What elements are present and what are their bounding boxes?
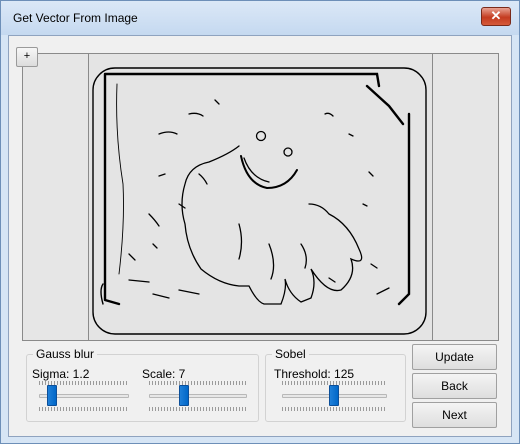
back-button[interactable]: Back	[412, 373, 497, 399]
sigma-slider[interactable]	[39, 381, 129, 411]
scale-track	[149, 394, 247, 398]
edge-speck	[128, 99, 390, 299]
sobel-title: Sobel	[272, 347, 309, 361]
close-icon: ✕	[490, 8, 502, 23]
sigma-ticks-bottom	[39, 407, 129, 411]
threshold-slider[interactable]	[282, 381, 387, 411]
next-button[interactable]: Next	[412, 402, 497, 428]
plus-icon: +	[23, 50, 31, 62]
edge-left-curve	[116, 83, 124, 275]
scale-ticks-bottom	[149, 407, 247, 411]
sigma-thumb[interactable]	[47, 385, 57, 406]
add-button[interactable]: +	[16, 47, 38, 67]
scale-thumb[interactable]	[179, 385, 189, 406]
edge-blob-inner	[238, 223, 307, 280]
window-title: Get Vector From Image	[13, 11, 138, 25]
edge-image	[88, 54, 433, 340]
image-panel	[22, 53, 499, 341]
gauss-blur-group: Gauss blur Sigma: 1.2 Scale: 7	[26, 347, 259, 422]
sobel-group: Sobel Threshold: 125	[265, 347, 406, 422]
threshold-label: Threshold: 125	[274, 367, 355, 381]
threshold-ticks-bottom	[282, 407, 387, 411]
gauss-blur-title: Gauss blur	[33, 347, 98, 361]
edge-inner-frame	[103, 72, 411, 306]
edge-drawing	[92, 67, 427, 335]
close-button[interactable]: ✕	[481, 7, 511, 26]
scale-ticks-top	[149, 381, 247, 385]
edge-smile-inner	[243, 157, 270, 183]
edge-eye-left	[255, 130, 267, 142]
scale-label: Scale: 7	[142, 367, 186, 381]
scale-slider[interactable]	[149, 381, 247, 411]
threshold-thumb[interactable]	[329, 385, 339, 406]
update-button[interactable]: Update	[412, 344, 497, 370]
app-window: Get Vector From Image ✕ + Gauss blur Sig…	[0, 0, 520, 444]
client-area: + Gauss blur Sigma: 1.2 Scale: 7 Sobel T…	[8, 35, 512, 437]
edge-blob	[181, 145, 363, 305]
sigma-label: Sigma: 1.2	[32, 367, 90, 381]
edge-outer-frame	[92, 67, 427, 335]
edge-eye-right	[283, 147, 293, 157]
edge-bottom-line	[100, 283, 104, 305]
title-bar[interactable]: Get Vector From Image ✕	[1, 1, 519, 35]
edge-smile	[240, 155, 298, 190]
